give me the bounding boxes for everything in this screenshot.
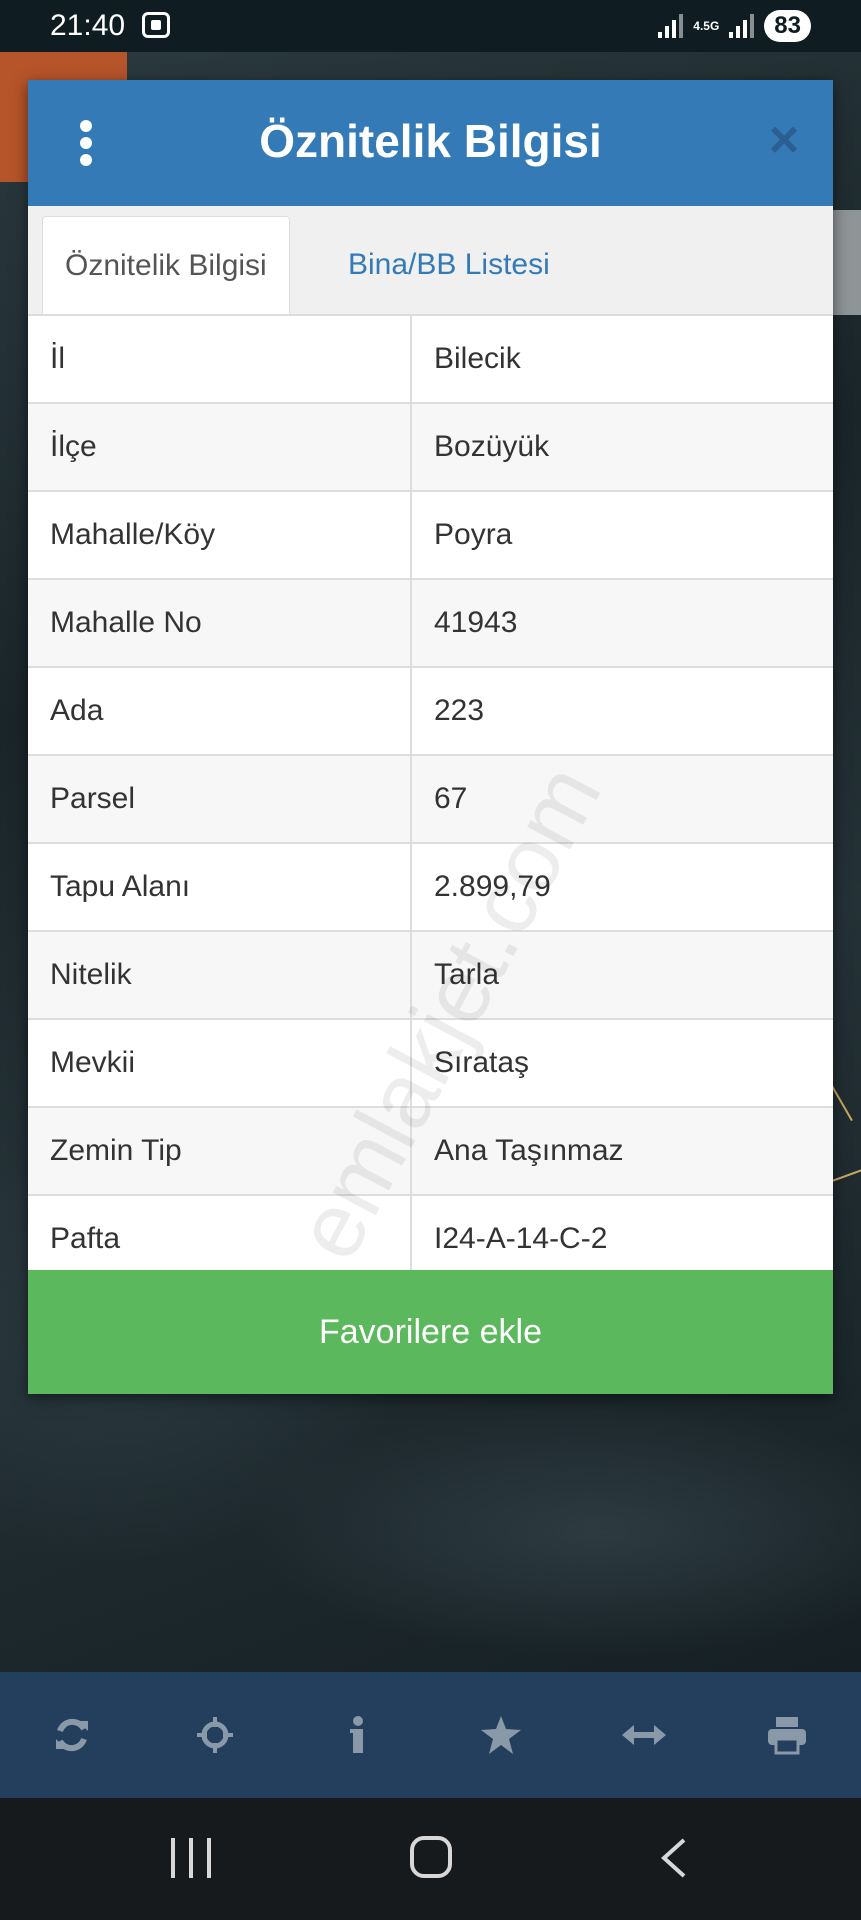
row-value: Bilecik <box>411 314 833 403</box>
tab-building-list[interactable]: Bina/BB Listesi <box>326 216 572 314</box>
measure-icon[interactable] <box>572 1672 715 1798</box>
signal-icon <box>658 14 684 38</box>
table-row: İl Bilecik <box>28 314 833 403</box>
row-value: 223 <box>411 666 833 755</box>
row-value: Sırataş <box>411 1018 833 1107</box>
row-key: Pafta <box>28 1194 412 1282</box>
status-bar: 21:40 4.5G 83 <box>0 0 861 52</box>
row-key: Mevkii <box>28 1018 412 1107</box>
attribute-dialog: Öznitelik Bilgisi × Öznitelik Bilgisi Bi… <box>28 80 833 1394</box>
dialog-title: Öznitelik Bilgisi <box>259 115 602 167</box>
row-key: Nitelik <box>28 930 412 1019</box>
battery-level: 83 <box>764 10 811 42</box>
signal-icon-2 <box>729 14 755 38</box>
row-value: Ana Taşınmaz <box>411 1106 833 1195</box>
row-value: I24-A-14-C-2 <box>411 1194 833 1282</box>
row-key: İl <box>28 314 412 403</box>
row-value: Poyra <box>411 490 833 579</box>
row-value: Tarla <box>411 930 833 1019</box>
row-value: 41943 <box>411 578 833 667</box>
back-button[interactable] <box>660 1838 688 1878</box>
map-toolbar <box>0 1672 861 1798</box>
table-row: Nitelik Tarla <box>28 930 833 1019</box>
row-key: Mahalle/Köy <box>28 490 412 579</box>
network-type: 4.5G <box>693 18 720 33</box>
refresh-icon[interactable] <box>0 1672 143 1798</box>
row-key: Tapu Alanı <box>28 842 412 931</box>
table-row: Mahalle No 41943 <box>28 578 833 667</box>
table-row: Zemin Tip Ana Taşınmaz <box>28 1106 833 1195</box>
row-key: İlçe <box>28 402 412 491</box>
row-key: Mahalle No <box>28 578 412 667</box>
table-row: Parsel 67 <box>28 754 833 843</box>
print-icon[interactable] <box>715 1672 858 1798</box>
row-key: Ada <box>28 666 412 755</box>
locate-icon[interactable] <box>143 1672 286 1798</box>
row-key: Parsel <box>28 754 412 843</box>
info-icon[interactable] <box>286 1672 429 1798</box>
screenshot-icon <box>142 12 170 38</box>
tab-attribute-info[interactable]: Öznitelik Bilgisi <box>42 216 290 314</box>
system-nav-bar <box>0 1798 861 1920</box>
status-time: 21:40 <box>50 9 126 42</box>
table-row: Ada 223 <box>28 666 833 755</box>
table-row: Mevkii Sırataş <box>28 1018 833 1107</box>
table-row: Pafta I24-A-14-C-2 <box>28 1194 833 1282</box>
row-value: 2.899,79 <box>411 842 833 931</box>
close-icon[interactable]: × <box>764 114 804 166</box>
recents-button[interactable] <box>171 1838 211 1878</box>
attribute-table: İl Bilecik İlçe Bozüyük Mahalle/Köy Poyra M… <box>28 314 833 1282</box>
row-value: 67 <box>411 754 833 843</box>
dialog-header: Öznitelik Bilgisi × <box>28 80 833 206</box>
table-row: İlçe Bozüyük <box>28 402 833 491</box>
row-key: Zemin Tip <box>28 1106 412 1195</box>
tab-bar: Öznitelik Bilgisi Bina/BB Listesi <box>28 206 833 315</box>
map-feature-gray <box>832 210 861 315</box>
row-value: Bozüyük <box>411 402 833 491</box>
star-icon[interactable] <box>429 1672 572 1798</box>
table-row: Mahalle/Köy Poyra <box>28 490 833 579</box>
table-row: Tapu Alanı 2.899,79 <box>28 842 833 931</box>
home-button[interactable] <box>410 1836 452 1878</box>
add-favorite-button[interactable]: Favorilere ekle <box>28 1270 833 1394</box>
